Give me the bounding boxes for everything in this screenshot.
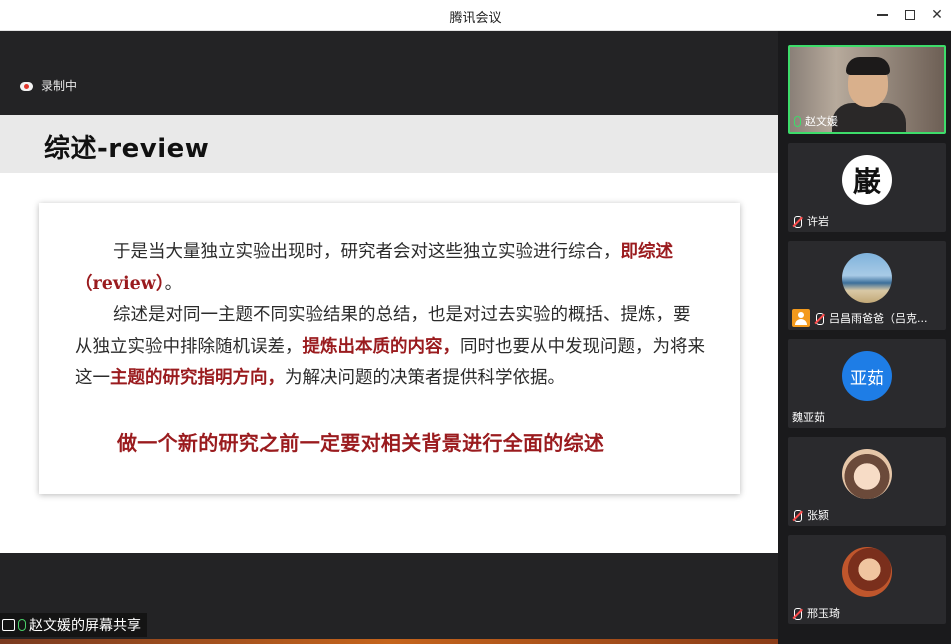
p2-emphasis-2: 主题的研究指明方向， (110, 368, 285, 388)
participant-tile[interactable]: 亚茹 魏亚茹 (788, 339, 946, 428)
user-icon (792, 309, 810, 327)
maximize-button[interactable] (899, 5, 921, 25)
p2-text-c: 为解决问题的决策者提供科学依据。 (285, 368, 565, 388)
participant-name: 赵文媛 (794, 113, 838, 129)
mic-off-icon (792, 215, 803, 228)
recording-indicator[interactable]: 录制中 (20, 77, 77, 94)
share-owner-label: 赵文媛的屏幕共享 (29, 618, 141, 634)
minimize-button[interactable] (871, 5, 893, 25)
video-person-body (832, 103, 906, 132)
avatar: 亚茹 (842, 351, 892, 401)
p2-emphasis-1: 提炼出本质的内容， (302, 336, 461, 357)
participant-tile[interactable]: 巌 许岩 (788, 143, 946, 232)
mic-off-icon (814, 312, 825, 325)
p1-text: 于是当大量独立实验出现时，研究者会对这些独立实验进行综合， (113, 242, 621, 262)
participant-name-text: 邢玉琦 (807, 607, 840, 620)
paragraph-2: 综述是对同一主题不同实验结果的总结，也是对过去实验的概括、提炼，要从独立实验中排… (75, 300, 705, 395)
participant-name-text: 吕昌雨爸爸（吕克... (829, 312, 928, 325)
content-card: 于是当大量独立实验出现时，研究者会对这些独立实验进行综合，即综述（review）… (39, 203, 740, 494)
participant-name: 许岩 (792, 213, 829, 229)
video-person-hair (846, 57, 890, 75)
avatar-text: 巌 (852, 165, 881, 198)
participant-tile[interactable]: 赵文媛 (788, 45, 946, 134)
cloud-record-icon (20, 81, 33, 91)
close-icon: ✕ (931, 7, 943, 23)
slide-header: 综述-review (0, 115, 778, 173)
participant-name-text: 赵文媛 (805, 115, 838, 128)
avatar (842, 253, 892, 303)
paragraph-1: 于是当大量独立实验出现时，研究者会对这些独立实验进行综合，即综述（review）… (75, 237, 705, 300)
participant-name: 张颍 (792, 507, 829, 523)
mic-off-icon (792, 509, 803, 522)
participant-name-text: 魏亚茹 (792, 411, 825, 424)
participant-tile[interactable]: 吕昌雨爸爸（吕克... (788, 241, 946, 330)
close-button[interactable]: ✕ (926, 5, 948, 25)
screen-share-label[interactable]: 赵文媛的屏幕共享 (0, 613, 147, 637)
p1-end: 。 (164, 273, 183, 294)
window-title: 腾讯会议 (449, 11, 502, 26)
avatar (842, 547, 892, 597)
highlight-line: 做一个新的研究之前一定要对相关背景进行全面的综述 (117, 431, 605, 455)
participant-name: 吕昌雨爸爸（吕克... (792, 309, 928, 327)
maximize-icon (905, 10, 915, 20)
participant-name-text: 许岩 (807, 215, 829, 228)
mic-off-icon (792, 607, 803, 620)
slide-title: 综述-review (44, 134, 210, 164)
participant-name: 魏亚茹 (792, 409, 825, 425)
title-bar: 腾讯会议 ✕ (0, 0, 951, 31)
presentation-slide: 综述-review 于是当大量独立实验出现时，研究者会对这些独立实验进行综合，即… (0, 115, 778, 553)
screen-share-area: 录制中 综述-review 于是当大量独立实验出现时，研究者会对这些独立实验进行… (0, 31, 778, 644)
bottom-strip (0, 639, 778, 644)
mic-on-icon (794, 115, 801, 127)
avatar-text: 亚茹 (850, 368, 884, 389)
mic-icon (18, 619, 26, 631)
avatar: 巌 (842, 155, 892, 205)
recording-label: 录制中 (41, 79, 78, 93)
participant-tile[interactable]: 张颍 (788, 437, 946, 526)
participant-panel: 赵文媛 巌 许岩 吕昌雨爸爸（吕克... 亚茹 魏亚茹 张颍 邢玉琦 (778, 31, 951, 644)
screen-share-icon (2, 619, 15, 631)
avatar (842, 449, 892, 499)
participant-name-text: 张颍 (807, 509, 829, 522)
participant-tile[interactable]: 邢玉琦 (788, 535, 946, 624)
participant-name: 邢玉琦 (792, 605, 840, 621)
minimize-icon (876, 14, 888, 16)
